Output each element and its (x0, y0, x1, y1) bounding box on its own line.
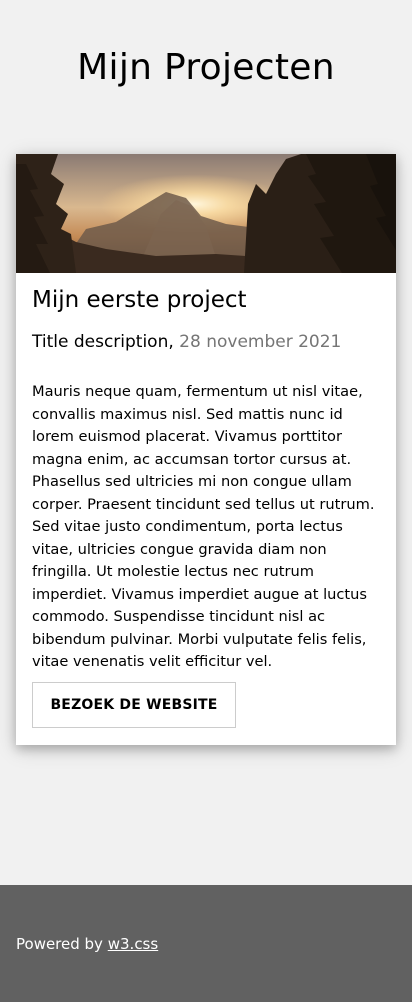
footer: Powered by w3.css (0, 885, 412, 1002)
visit-website-button[interactable]: BEZOEK DE WEBSITE (32, 682, 236, 728)
powered-by-label: Powered by (16, 935, 103, 953)
project-description: Mauris neque quam, fermentum ut nisl vit… (32, 383, 375, 670)
project-title: Mijn eerste project (32, 287, 247, 313)
project-image (16, 154, 396, 273)
footer-text: Powered by w3.css (16, 933, 158, 955)
project-card: Mijn eerste project Title description, 2… (16, 154, 396, 745)
project-subtitle-text: Title description, (32, 332, 174, 352)
project-subtitle: Title description, 28 november 2021 (32, 329, 341, 355)
page-title: Mijn Projecten (77, 47, 335, 88)
project-date: 28 november 2021 (179, 332, 342, 352)
w3css-link[interactable]: w3.css (108, 935, 158, 953)
